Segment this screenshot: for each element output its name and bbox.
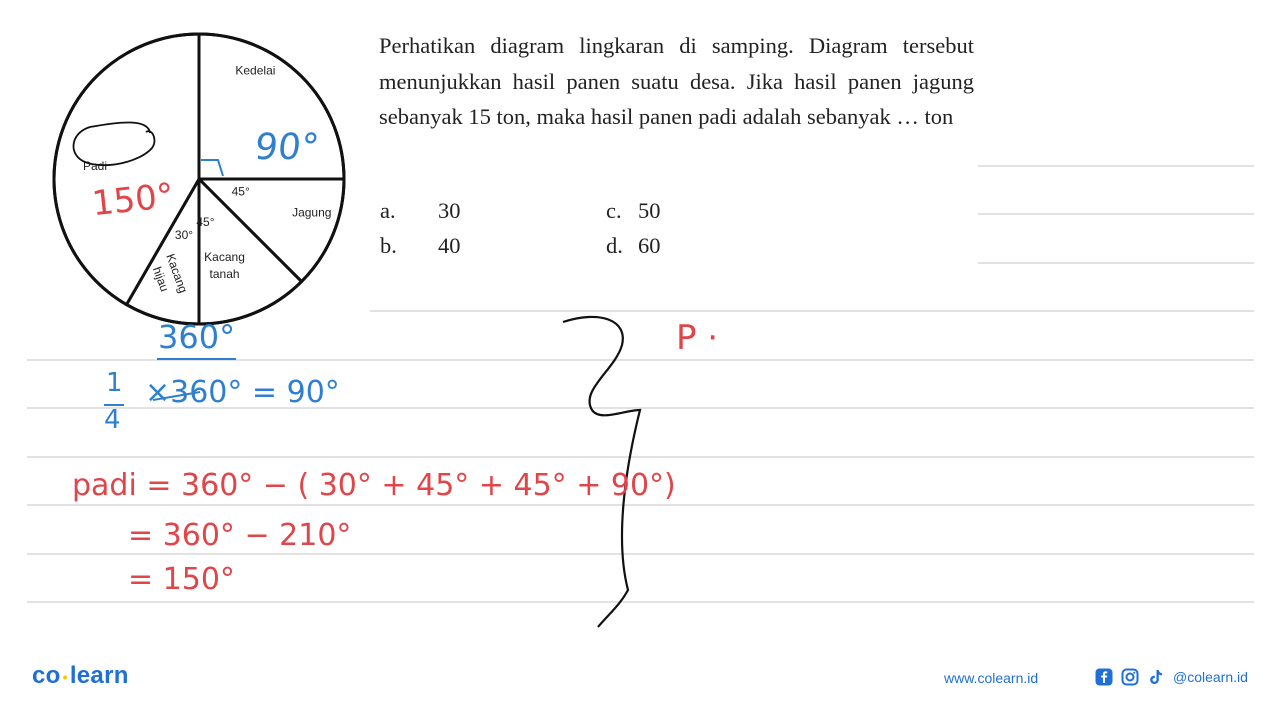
option-value: 30 (438, 198, 461, 223)
option-letter: d. (606, 233, 623, 258)
calc-line-3: = 150° (128, 562, 235, 597)
ruled-line (370, 310, 1254, 312)
social-handle[interactable]: @colearn.id (1173, 669, 1248, 685)
option-letter: a. (380, 198, 396, 223)
pie-label: Kedelai (235, 64, 275, 78)
fraction-denominator: 4 (104, 405, 121, 435)
option-value: 40 (438, 233, 461, 258)
logo-left: co (32, 662, 61, 689)
option-a[interactable]: a. 30 (380, 198, 461, 224)
instagram-icon[interactable] (1121, 668, 1139, 686)
tiktok-icon[interactable] (1147, 668, 1165, 686)
social-links: @colearn.id (1095, 668, 1248, 686)
facebook-icon[interactable] (1095, 668, 1113, 686)
pie-label: Jagung (292, 206, 331, 220)
padi-angle-note: 150° (90, 175, 176, 225)
ruled-line (27, 553, 1254, 555)
question-paragraph: Perhatikan diagram lingkaran di samping.… (379, 33, 974, 129)
ruled-line (978, 262, 1254, 264)
side-note: P · (676, 318, 719, 358)
ruled-line (27, 601, 1254, 603)
option-letter: c. (606, 198, 622, 223)
pie-angle-label: 45° (232, 184, 250, 198)
calc-line-2: = 360° − 210° (128, 518, 352, 553)
option-value: 60 (638, 233, 661, 258)
fraction-numerator: 1 (106, 368, 123, 398)
option-c[interactable]: c. 50 (606, 198, 661, 224)
fraction-calculation: ×360° = 90° (145, 375, 340, 410)
kedelai-angle-note: 90° (252, 127, 321, 168)
pie-label: Padi (83, 159, 107, 173)
colearn-logo: co •learn (32, 662, 129, 690)
ruled-line (978, 213, 1254, 215)
total-angle-note: 360° (158, 318, 236, 356)
option-d[interactable]: d. 60 (606, 233, 661, 259)
ruled-line (27, 504, 1254, 506)
option-b[interactable]: b. 40 (380, 233, 461, 259)
logo-dot: • (62, 668, 68, 685)
pie-angle-label: 45° (196, 215, 214, 229)
calc-line-1: padi = 360° − ( 30° + 45° + 45° + 90°) (72, 468, 676, 503)
ruled-line (978, 165, 1254, 167)
option-value: 50 (638, 198, 661, 223)
pie-angle-label: 30° (175, 228, 193, 242)
logo-right: learn (69, 662, 129, 689)
website-link[interactable]: www.colearn.id (944, 670, 1038, 686)
ruled-line (27, 359, 1254, 361)
question-text: Perhatikan diagram lingkaran di samping.… (379, 28, 974, 135)
ruled-line (27, 456, 1254, 458)
option-letter: b. (380, 233, 397, 258)
